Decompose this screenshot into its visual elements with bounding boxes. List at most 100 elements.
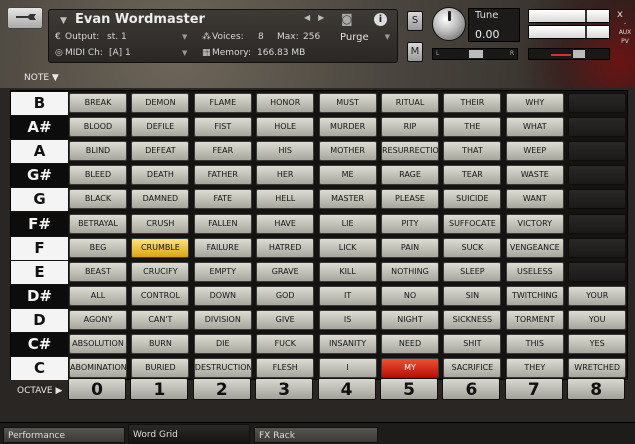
word-button[interactable]: YOUR xyxy=(568,285,627,306)
word-button[interactable]: DOWN xyxy=(193,285,252,306)
octave-button-3[interactable]: 3 xyxy=(255,378,314,400)
word-button[interactable]: WANT xyxy=(505,189,564,210)
word-button[interactable]: DAMNED xyxy=(131,189,190,210)
word-button[interactable]: DEATH xyxy=(131,165,190,186)
word-button[interactable]: VICTORY xyxy=(505,213,564,234)
word-button[interactable]: FLAME xyxy=(193,93,252,113)
word-button[interactable]: HOLE xyxy=(256,117,315,138)
word-button[interactable]: HONOR xyxy=(256,93,315,113)
word-button[interactable]: YES xyxy=(568,334,627,354)
word-button[interactable]: VENGEANCE xyxy=(505,237,564,258)
octave-button-2[interactable]: 2 xyxy=(192,378,251,400)
word-button[interactable]: USELESS xyxy=(505,261,564,282)
word-button[interactable]: WHY xyxy=(505,93,564,113)
solo-button[interactable]: S xyxy=(407,11,423,31)
instrument-name[interactable]: Evan Wordmaster xyxy=(75,12,205,27)
word-button[interactable]: ABSOLUTION xyxy=(69,334,127,354)
word-button[interactable]: IT xyxy=(318,285,377,306)
output-value[interactable]: st. 1 xyxy=(107,30,127,45)
word-button[interactable]: DIE xyxy=(193,334,252,354)
word-button[interactable]: FALLEN xyxy=(193,213,252,234)
word-button[interactable]: ME xyxy=(318,165,377,186)
word-button[interactable]: EMPTY xyxy=(193,261,252,282)
word-button[interactable]: NEED xyxy=(381,334,439,354)
word-button[interactable]: SACRIFICE xyxy=(443,358,502,379)
word-button[interactable]: FIST xyxy=(193,117,252,138)
tab-fx-rack[interactable]: FX Rack xyxy=(254,427,378,443)
camera-icon[interactable]: ◙ xyxy=(341,12,353,26)
word-button[interactable]: BETRAYAL xyxy=(69,213,127,234)
word-button[interactable]: NOTHING xyxy=(381,261,439,282)
word-button[interactable]: FLESH xyxy=(256,358,315,379)
word-button[interactable]: NO xyxy=(381,285,439,306)
word-button[interactable]: MOTHER xyxy=(318,141,377,162)
volume-handle[interactable] xyxy=(573,50,585,58)
word-button[interactable]: BEG xyxy=(69,237,127,258)
wrench-icon[interactable] xyxy=(7,7,43,29)
note-header[interactable]: NOTE ▼ xyxy=(24,73,59,83)
octave-button-5[interactable]: 5 xyxy=(380,378,438,400)
word-button[interactable]: NIGHT xyxy=(381,309,439,330)
word-button[interactable]: BURIED xyxy=(131,358,190,379)
word-button[interactable]: DEFILE xyxy=(131,117,190,138)
tab-word-grid[interactable]: Word Grid xyxy=(128,424,250,444)
word-button[interactable]: BURN xyxy=(131,334,190,354)
word-button[interactable]: GOD xyxy=(256,285,315,306)
word-button[interactable]: RIP xyxy=(381,117,439,138)
word-button[interactable]: BREAK xyxy=(69,93,127,113)
info-icon[interactable]: i xyxy=(374,13,387,26)
word-button[interactable]: BLOOD xyxy=(69,117,127,138)
word-button[interactable]: TORMENT xyxy=(505,309,564,330)
word-button[interactable]: GIVE xyxy=(256,309,315,330)
word-button[interactable]: PITY xyxy=(381,213,439,234)
word-button[interactable]: THIS xyxy=(505,334,564,354)
midi-dropdown-icon[interactable]: ▼ xyxy=(182,46,187,61)
word-button[interactable]: HELL xyxy=(256,189,315,210)
word-button[interactable]: FATHER xyxy=(193,165,252,186)
word-button[interactable]: DIVISION xyxy=(193,309,252,330)
word-button[interactable]: TWITCHING xyxy=(505,285,564,306)
word-button[interactable]: HAVE xyxy=(256,213,315,234)
octave-button-1[interactable]: 1 xyxy=(130,378,189,400)
pan-slider[interactable]: L R xyxy=(432,48,518,60)
word-button[interactable]: DEFEAT xyxy=(131,141,190,162)
close-icon[interactable]: x xyxy=(617,9,623,20)
word-button[interactable]: LICK xyxy=(318,237,377,258)
word-button[interactable]: WHAT xyxy=(505,117,564,138)
minus-button[interactable]: - xyxy=(615,20,635,27)
word-button[interactable]: MY xyxy=(381,358,439,379)
word-button[interactable]: CRUSH xyxy=(131,213,190,234)
octave-button-8[interactable]: 8 xyxy=(567,378,626,400)
collapse-arrow-icon[interactable]: ▼ xyxy=(60,16,67,26)
word-button[interactable]: THEY xyxy=(505,358,564,379)
word-button[interactable]: BLIND xyxy=(69,141,127,162)
word-button[interactable]: SICKNESS xyxy=(443,309,502,330)
word-button[interactable]: WRETCHED xyxy=(568,358,627,379)
word-button[interactable]: BEAST xyxy=(69,261,127,282)
word-button[interactable]: WEEP xyxy=(505,141,564,162)
instrument-nav-arrows-icon[interactable]: ◀▶ xyxy=(304,13,332,22)
word-button[interactable]: SUICIDE xyxy=(443,189,502,210)
word-button[interactable]: THAT xyxy=(443,141,502,162)
tab-performance[interactable]: Performance xyxy=(3,427,125,443)
word-button[interactable]: AGONY xyxy=(69,309,127,330)
word-button[interactable]: SUCK xyxy=(443,237,502,258)
word-button[interactable]: LIE xyxy=(318,213,377,234)
word-button[interactable]: BLEED xyxy=(69,165,127,186)
word-button[interactable]: GRAVE xyxy=(256,261,315,282)
word-button[interactable]: SUFFOCATE xyxy=(443,213,502,234)
word-button[interactable]: PAIN xyxy=(381,237,439,258)
word-button[interactable]: FUCK xyxy=(256,334,315,354)
word-button[interactable]: CRUMBLE xyxy=(131,237,190,258)
word-button[interactable]: HATRED xyxy=(256,237,315,258)
octave-button-7[interactable]: 7 xyxy=(504,378,563,400)
midi-channel-value[interactable]: [A] 1 xyxy=(109,46,131,61)
word-button[interactable]: PLEASE xyxy=(381,189,439,210)
word-button[interactable]: IS xyxy=(318,309,377,330)
word-button[interactable]: HIS xyxy=(256,141,315,162)
max-voices-value[interactable]: 256 xyxy=(303,30,320,45)
word-button[interactable]: SLEEP xyxy=(443,261,502,282)
word-button[interactable]: THEIR xyxy=(443,93,502,113)
word-button[interactable]: ABOMINATION xyxy=(69,358,127,379)
word-button[interactable]: DESTRUCTION xyxy=(193,358,252,379)
